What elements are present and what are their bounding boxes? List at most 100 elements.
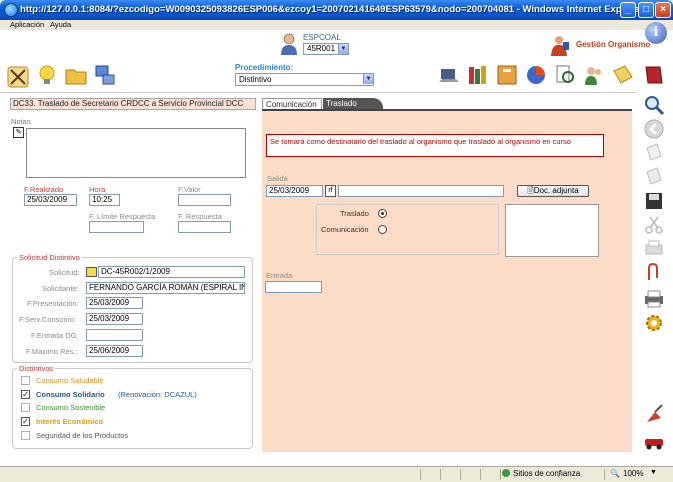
exit-book-icon[interactable] (642, 63, 666, 87)
hora-label: Hora (89, 185, 106, 194)
distintivo-label: Interés Económico (36, 417, 104, 426)
chevron-down-icon: ▼ (363, 74, 373, 84)
paperclip-icon[interactable] (643, 262, 665, 284)
entrada-label: Entrada (266, 271, 293, 280)
destinatarios-list[interactable] (505, 204, 599, 257)
f-valor-label: F.Valor (178, 185, 201, 194)
status-divider (604, 469, 605, 480)
print-preview-icon[interactable] (643, 238, 665, 260)
users-icon[interactable] (582, 63, 606, 87)
espcoal-value: 45R001 (307, 44, 336, 53)
radio-comunicacion[interactable] (378, 225, 387, 234)
content-footer (0, 452, 636, 466)
lightbulb-icon[interactable] (35, 63, 59, 87)
f-realizado-label: F.Realizado (24, 185, 64, 194)
f-limite-label: F. Límite Respuesta (89, 212, 156, 221)
rf-button[interactable]: rf (325, 185, 336, 197)
zoom-level[interactable]: 100% (623, 469, 643, 478)
f-presentacion-label: F.Presentación: (27, 299, 79, 308)
status-divider (440, 469, 441, 480)
gestion-organismo-label[interactable]: Gestión Organismo (576, 40, 650, 49)
f-realizado-input[interactable]: 25/03/2009 (24, 194, 77, 206)
trusted-sites-icon (502, 469, 510, 477)
back-icon[interactable] (643, 118, 665, 140)
f-serv-consumo-input[interactable]: 25/03/2009 (86, 313, 143, 325)
chevron-down-icon: ▼ (338, 44, 348, 54)
document-title: DC33. Traslado de Secretario CRDCC a Ser… (10, 98, 256, 110)
laptop-icon[interactable] (437, 64, 461, 88)
settings-gear-icon[interactable] (643, 312, 665, 334)
scissors-icon[interactable] (643, 214, 665, 236)
chevron-down-icon[interactable]: ▼ (650, 469, 657, 476)
window-title: http://127.0.0.1:8084/?ezcodigo=W0090325… (20, 4, 643, 15)
distintivo-checkbox[interactable] (21, 376, 30, 385)
menu-aplicacion[interactable]: Aplicación (10, 20, 44, 29)
printer-icon[interactable] (643, 288, 665, 310)
close-button[interactable]: × (655, 2, 671, 18)
ticket-icon[interactable] (611, 63, 635, 87)
procedure-label: Procedimiento: (235, 63, 294, 72)
minimize-button[interactable]: _ (620, 2, 636, 18)
solicitud-legend: Solicitud Distintivo (19, 253, 80, 262)
network-computer-icon[interactable] (93, 63, 117, 87)
notas-textarea[interactable] (26, 128, 246, 178)
espcoal-label: ESPCOAL (303, 33, 341, 42)
salida-label: Salida (267, 174, 288, 183)
salida-destination-input[interactable] (338, 185, 504, 197)
books-icon[interactable] (466, 63, 490, 87)
distintivo-checkbox[interactable]: ✓ (21, 417, 30, 426)
f-serv-consumo-label: F.Serv.Consumo: (19, 315, 76, 324)
f-maximo-input[interactable]: 25/06/2009 (86, 345, 143, 357)
folder-icon[interactable] (64, 64, 88, 88)
espcoal-select[interactable]: 45R001 ▼ (303, 43, 349, 55)
menu-ayuda[interactable]: Ayuda (50, 20, 71, 29)
ie-logo-icon (4, 3, 18, 17)
solicitud-input[interactable]: DC-45R002/1/2009 (98, 266, 245, 278)
distintivo-label: Consumo Sostenible (36, 403, 106, 412)
distintivos-legend: Distintivos (19, 364, 54, 373)
radio-traslado[interactable] (378, 209, 387, 218)
distintivo-checkbox[interactable] (21, 403, 30, 412)
procedure-select[interactable]: Distintivo ▼ (235, 73, 374, 86)
distintivo-renovacion: (Renovación: DCAZUL) (118, 390, 197, 399)
distintivo-checkbox[interactable]: ✓ (21, 390, 30, 399)
broom-icon[interactable] (643, 402, 665, 424)
save-icon[interactable] (643, 190, 665, 212)
tab-comunicacion[interactable]: Comunicación (262, 98, 322, 109)
window-title-bar: http://127.0.0.1:8084/?ezcodigo=W0090325… (0, 0, 673, 20)
doc-adjunta-button[interactable]: 🗎Doc. adjunta (517, 185, 589, 197)
notas-edit-icon[interactable]: ✎ (13, 127, 24, 138)
status-divider (420, 469, 421, 480)
folder-icon[interactable] (86, 267, 97, 277)
notice-message: Se tomará como destinatario del traslado… (266, 134, 604, 157)
zoom-icon[interactable]: 🔍 (610, 469, 620, 478)
distintivo-checkbox[interactable] (21, 431, 30, 440)
f-respuesta-input[interactable] (178, 221, 231, 233)
f-limite-input[interactable] (89, 221, 144, 233)
distintivo-label: Seguridad de los Productos (36, 431, 129, 440)
hora-input[interactable]: 10:25 (89, 194, 120, 206)
maximize-button[interactable]: □ (638, 2, 654, 18)
document-icon[interactable] (643, 142, 665, 164)
search-document-icon[interactable] (553, 63, 577, 87)
entrada-input[interactable] (265, 281, 322, 293)
f-maximo-label: F.Maximo Res.: (26, 347, 78, 356)
exit-car-icon[interactable] (643, 430, 665, 452)
info-icon[interactable]: i (645, 22, 667, 44)
solicitante-input[interactable]: FERNANDO GARCÍA ROMÁN (ESPIRAL INF (86, 282, 245, 294)
tab-traslado[interactable]: Traslado (323, 98, 383, 109)
tools-icon[interactable] (6, 65, 30, 89)
user-icon (281, 33, 297, 55)
archive-icon[interactable] (495, 63, 519, 87)
solicitante-label: Solicitante: (42, 284, 79, 293)
chart-icon[interactable] (524, 63, 548, 87)
salida-date-input[interactable]: 25/03/2009 (266, 185, 323, 197)
f-presentacion-input[interactable]: 25/03/2009 (86, 297, 143, 309)
status-divider (480, 469, 481, 480)
copy-icon[interactable] (643, 166, 665, 188)
status-divider (460, 469, 461, 480)
f-valor-input[interactable] (178, 194, 231, 206)
f-entrada-dg-input[interactable] (86, 329, 143, 341)
search-icon[interactable] (643, 94, 665, 116)
radio-traslado-label: Traslado (340, 209, 369, 218)
